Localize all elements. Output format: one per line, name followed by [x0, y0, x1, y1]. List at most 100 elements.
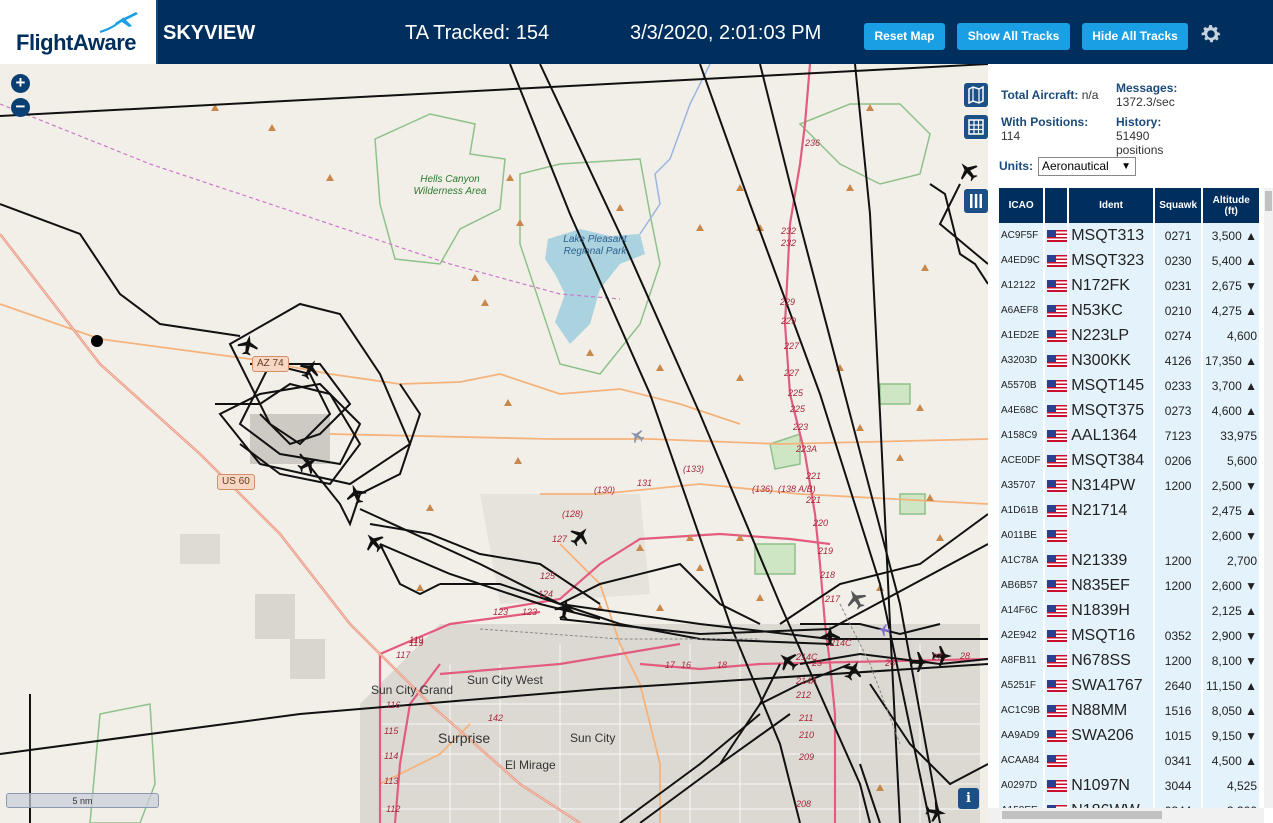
- exit-number-label: 218: [820, 570, 836, 580]
- exit-number-label: 127: [552, 534, 568, 544]
- row-ident: MSQT313: [1069, 223, 1153, 248]
- table-row[interactable]: AC1C9B N88MM 1516 8,050 ▲: [999, 698, 1259, 723]
- table-row[interactable]: A5570B MSQT145 0233 3,700 ▲: [999, 373, 1259, 398]
- exit-number-label: 117: [396, 650, 411, 660]
- col-flag-header[interactable]: [1045, 188, 1068, 223]
- row-icao: AC9F5F: [999, 223, 1044, 248]
- aircraft-marker[interactable]: [236, 333, 260, 357]
- table-row[interactable]: A4ED9C MSQT323 0230 5,400 ▲: [999, 248, 1259, 273]
- row-squawk: 1516: [1154, 698, 1202, 723]
- row-squawk: 0273: [1154, 398, 1202, 423]
- info-button[interactable]: i: [958, 788, 979, 809]
- aircraft-table-wrapper[interactable]: ICAO Ident Squawk Altitude (ft) AC9F5F MS…: [999, 188, 1263, 808]
- table-row[interactable]: AB6B57 N835EF 1200 2,600 ▼: [999, 573, 1259, 598]
- table-row[interactable]: ACE0DF MSQT384 0206 5,600: [999, 448, 1259, 473]
- aircraft-marker[interactable]: [627, 426, 647, 446]
- exit-number-label: 229: [781, 316, 797, 326]
- row-ident: SWA1767: [1069, 673, 1153, 698]
- table-row[interactable]: A158EE N186WW03443,300: [999, 798, 1259, 808]
- zoom-in-button[interactable]: +: [11, 74, 30, 93]
- history-value: 51490 positions: [1116, 129, 1164, 157]
- table-row[interactable]: A1ED2E N223LP 0274 4,600: [999, 323, 1259, 348]
- col-altitude-header[interactable]: Altitude (ft): [1203, 188, 1259, 223]
- units-select[interactable]: Aeronautical ▼: [1038, 157, 1136, 176]
- row-squawk: 0210: [1154, 298, 1202, 323]
- us-flag-icon: [1047, 230, 1068, 243]
- table-row[interactable]: A14F6C N1839H 2,125 ▲: [999, 598, 1259, 623]
- table-row[interactable]: A2E942 MSQT16 0352 2,900 ▼: [999, 623, 1259, 648]
- table-vertical-scrollbar[interactable]: [1264, 188, 1273, 808]
- aircraft-marker[interactable]: [294, 450, 322, 478]
- col-squawk-header[interactable]: Squawk: [1154, 188, 1202, 223]
- aircraft-marker[interactable]: [553, 597, 577, 621]
- table-row[interactable]: A8FB11 N678SS 1200 8,100 ▼: [999, 648, 1259, 673]
- aircraft-marker[interactable]: [842, 585, 870, 613]
- table-row[interactable]: A0297D N1097N 3044 4,525: [999, 773, 1259, 798]
- flag-cell: [1045, 223, 1068, 248]
- table-row[interactable]: A1C78A N21339 1200 2,700: [999, 548, 1259, 573]
- row-ident: MSQT16: [1069, 623, 1153, 648]
- row-ident: MSQT375: [1069, 398, 1153, 423]
- table-row[interactable]: A4E68C MSQT375 0273 4,600 ▲: [999, 398, 1259, 423]
- table-row[interactable]: AA9AD9 SWA206 1015 9,150 ▼: [999, 723, 1259, 748]
- row-altitude: 4,525: [1203, 773, 1259, 798]
- settings-gear-icon[interactable]: [1199, 22, 1223, 46]
- exit-number-label: 123: [493, 607, 509, 617]
- zoom-out-button[interactable]: −: [11, 98, 30, 117]
- aircraft-layer[interactable]: [0, 64, 988, 823]
- table-row[interactable]: A3203D N300KK 4126 17,350 ▲: [999, 348, 1259, 373]
- row-icao: AA9AD9: [999, 723, 1044, 748]
- table-row[interactable]: AC9F5F MSQT313 0271 3,500 ▲: [999, 223, 1259, 248]
- grid-toggle-button[interactable]: [964, 115, 988, 139]
- flag-cell: [1045, 398, 1068, 423]
- exit-number-label: 223A: [796, 444, 818, 454]
- aircraft-marker[interactable]: [343, 481, 369, 507]
- aircraft-marker[interactable]: [359, 527, 389, 557]
- table-horizontal-scrollbar[interactable]: [988, 808, 1264, 823]
- aircraft-marker[interactable]: [877, 623, 891, 637]
- exit-number-label: 221: [806, 471, 822, 481]
- table-row[interactable]: A158C9 AAL1364 7123 33,975: [999, 423, 1259, 448]
- scrollbar-thumb[interactable]: [1265, 191, 1272, 211]
- row-icao: AC1C9B: [999, 698, 1044, 723]
- exit-number-label: 124: [538, 589, 554, 599]
- table-row[interactable]: A12122 N172FK 0231 2,675 ▼: [999, 273, 1259, 298]
- flightaware-logo[interactable]: FlightAware: [0, 0, 158, 64]
- map-view[interactable]: Hells Canyon Wilderness Area Lake Pleasa…: [0, 64, 988, 823]
- table-row[interactable]: A35707 N314PW 1200 2,500 ▼: [999, 473, 1259, 498]
- flag-cell: [1045, 548, 1068, 573]
- table-row[interactable]: A1D61B N21714 2,475 ▲: [999, 498, 1259, 523]
- aircraft-marker[interactable]: [296, 355, 324, 383]
- aircraft-marker[interactable]: [924, 800, 948, 823]
- table-row[interactable]: ACAA84 0341 4,500 ▲: [999, 748, 1259, 773]
- flag-cell: [1045, 773, 1068, 798]
- show-all-tracks-button[interactable]: Show All Tracks: [957, 23, 1070, 50]
- columns-toggle-button[interactable]: [964, 189, 988, 213]
- flag-cell: [1045, 673, 1068, 698]
- table-row[interactable]: A011BE 2,600 ▼: [999, 523, 1259, 548]
- scrollbar-thumb[interactable]: [1002, 811, 1162, 819]
- aircraft-sidebar: Total Aircraft: n/a With Positions: 114 …: [988, 64, 1273, 823]
- with-positions-label: With Positions:: [1001, 115, 1089, 129]
- col-ident-header[interactable]: Ident: [1069, 188, 1153, 223]
- exit-number-label: 27: [932, 652, 943, 662]
- reset-map-button[interactable]: Reset Map: [864, 23, 945, 50]
- hide-all-tracks-button[interactable]: Hide All Tracks: [1082, 23, 1188, 50]
- flag-cell: [1045, 748, 1068, 773]
- aircraft-marker[interactable]: [839, 656, 867, 684]
- aircraft-marker[interactable]: [910, 652, 930, 672]
- map-layer-button[interactable]: [964, 83, 988, 107]
- flag-cell: [1045, 348, 1068, 373]
- exit-number-label: 125: [540, 571, 556, 581]
- aircraft-marker[interactable]: [953, 156, 983, 186]
- units-row: Units:: [999, 159, 1033, 173]
- table-row[interactable]: A6AEF8 N53KC 0210 4,275 ▲: [999, 298, 1259, 323]
- aircraft-marker[interactable]: [565, 521, 595, 551]
- exit-number-label: 214A: [796, 676, 818, 686]
- table-row[interactable]: A5251F SWA1767 2640 11,150 ▲: [999, 673, 1259, 698]
- row-altitude: 5,400 ▲: [1203, 248, 1259, 273]
- row-squawk: 0230: [1154, 248, 1202, 273]
- col-icao-header[interactable]: ICAO: [999, 188, 1044, 223]
- exit-number-label: 142: [488, 713, 504, 723]
- row-icao: A3203D: [999, 348, 1044, 373]
